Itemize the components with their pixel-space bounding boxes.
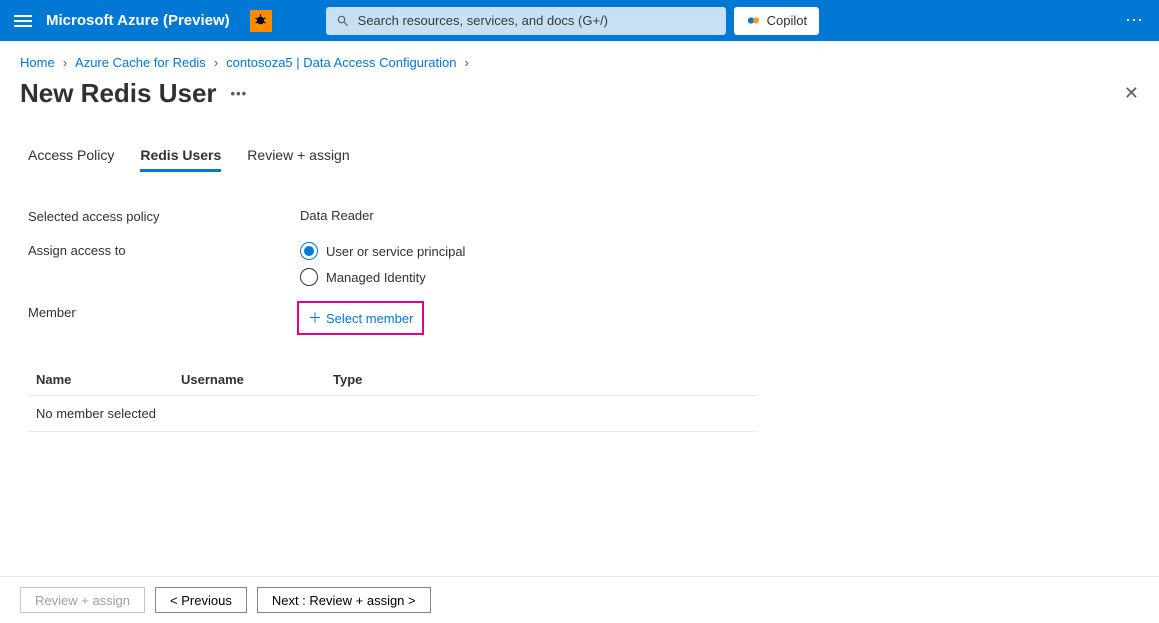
page-more-icon[interactable]: ••• xyxy=(231,86,248,101)
row-member: Member ＋ Select member xyxy=(28,304,1131,332)
brand-label: Microsoft Azure (Preview) xyxy=(46,12,230,29)
col-name: Name xyxy=(36,372,181,387)
copilot-button[interactable]: Copilot xyxy=(734,7,819,35)
table-empty-row: No member selected xyxy=(28,396,758,432)
row-assign-access: Assign access to User or service princip… xyxy=(28,242,1131,286)
close-icon[interactable]: ✕ xyxy=(1124,83,1139,104)
search-wrap: Search resources, services, and docs (G+… xyxy=(326,7,819,35)
chevron-right-icon: › xyxy=(214,55,218,70)
member-label: Member xyxy=(28,304,300,332)
radio-identity-label: Managed Identity xyxy=(326,270,426,285)
menu-icon[interactable] xyxy=(14,15,32,27)
col-type: Type xyxy=(333,372,750,387)
tab-review-assign[interactable]: Review + assign xyxy=(247,147,349,172)
content: Access Policy Redis Users Review + assig… xyxy=(0,117,1159,432)
select-member-button[interactable]: ＋ Select member xyxy=(300,304,421,332)
chevron-right-icon: › xyxy=(63,55,67,70)
assign-access-radios: User or service principal Managed Identi… xyxy=(300,242,465,286)
radio-user-label: User or service principal xyxy=(326,244,465,259)
members-table: Name Username Type No member selected xyxy=(28,364,758,432)
tab-redis-users[interactable]: Redis Users xyxy=(140,147,221,172)
previous-button[interactable]: < Previous xyxy=(155,587,247,613)
radio-unselected-icon xyxy=(300,268,318,286)
search-input[interactable]: Search resources, services, and docs (G+… xyxy=(326,7,726,35)
selected-policy-value: Data Reader xyxy=(300,208,374,224)
breadcrumb-cache[interactable]: Azure Cache for Redis xyxy=(75,55,206,70)
table-header: Name Username Type xyxy=(28,364,758,396)
plus-icon: ＋ xyxy=(308,308,322,328)
topbar: Microsoft Azure (Preview) Search resourc… xyxy=(0,0,1159,41)
next-button[interactable]: Next : Review + assign > xyxy=(257,587,431,613)
chevron-right-icon: › xyxy=(464,55,468,70)
breadcrumb-resource[interactable]: contosoza5 | Data Access Configuration xyxy=(226,55,456,70)
row-selected-policy: Selected access policy Data Reader xyxy=(28,208,1131,224)
radio-user-principal[interactable]: User or service principal xyxy=(300,242,465,260)
preview-bug-icon[interactable] xyxy=(250,10,272,32)
footer-bar: Review + assign < Previous Next : Review… xyxy=(0,576,1159,623)
breadcrumb: Home › Azure Cache for Redis › contosoza… xyxy=(0,41,1159,76)
copilot-icon xyxy=(746,13,761,28)
breadcrumb-home[interactable]: Home xyxy=(20,55,55,70)
assign-access-label: Assign access to xyxy=(28,242,300,286)
col-username: Username xyxy=(181,372,333,387)
review-assign-button: Review + assign xyxy=(20,587,145,613)
select-member-label: Select member xyxy=(326,311,413,326)
copilot-label: Copilot xyxy=(767,13,807,28)
radio-selected-icon xyxy=(300,242,318,260)
tab-access-policy[interactable]: Access Policy xyxy=(28,147,114,172)
page-header: New Redis User ••• ✕ xyxy=(0,76,1159,117)
selected-policy-label: Selected access policy xyxy=(28,208,300,224)
tabs: Access Policy Redis Users Review + assig… xyxy=(28,147,1131,172)
search-placeholder: Search resources, services, and docs (G+… xyxy=(358,13,608,28)
topbar-more-icon[interactable]: ⋯ xyxy=(1125,10,1145,31)
radio-managed-identity[interactable]: Managed Identity xyxy=(300,268,465,286)
page-title: New Redis User xyxy=(20,78,217,109)
search-icon xyxy=(336,14,350,28)
